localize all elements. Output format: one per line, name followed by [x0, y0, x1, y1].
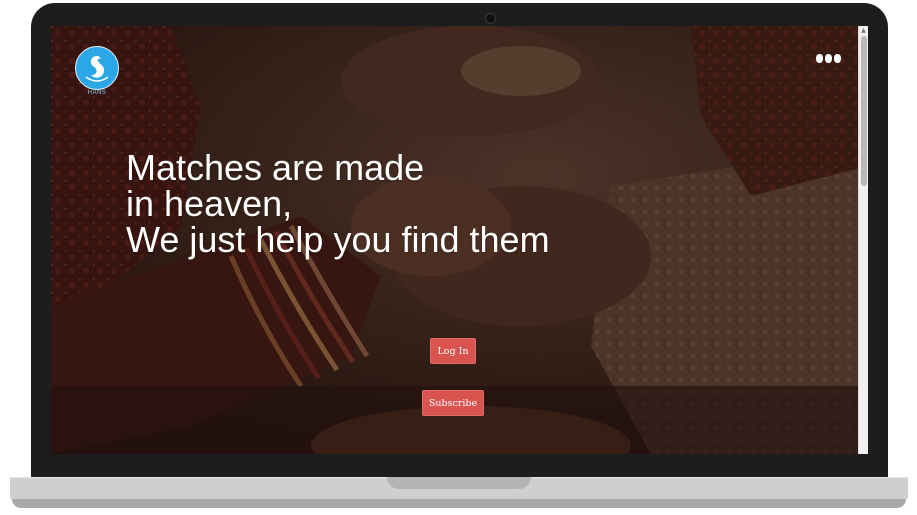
logo-text: HANS: [87, 90, 107, 96]
site-logo[interactable]: HANS: [74, 46, 120, 100]
menu-dot: [834, 54, 841, 63]
scroll-up-icon[interactable]: ▲: [860, 27, 867, 34]
swan-icon: [75, 46, 119, 90]
hero-line-2: in heaven,: [126, 183, 293, 224]
login-button[interactable]: Log In: [430, 338, 476, 364]
subscribe-button[interactable]: Subscribe: [422, 390, 484, 416]
vertical-scrollbar[interactable]: ▲: [858, 26, 868, 454]
menu-dot: [816, 54, 823, 63]
webcam-icon: [485, 13, 496, 24]
laptop-mockup: HANS Matches are made in heaven, We just…: [0, 0, 917, 515]
more-dots-icon[interactable]: [815, 50, 843, 66]
hero-line-3: We just help you find them: [126, 219, 550, 260]
scrollbar-thumb[interactable]: [861, 36, 867, 186]
hero-headline: Matches are made in heaven, We just help…: [126, 150, 550, 258]
laptop-base-edge: [12, 499, 906, 508]
laptop-notch: [387, 477, 531, 489]
hero-line-1: Matches are made: [126, 147, 425, 188]
browser-screen: HANS Matches are made in heaven, We just…: [51, 26, 868, 454]
menu-dot: [825, 54, 832, 63]
